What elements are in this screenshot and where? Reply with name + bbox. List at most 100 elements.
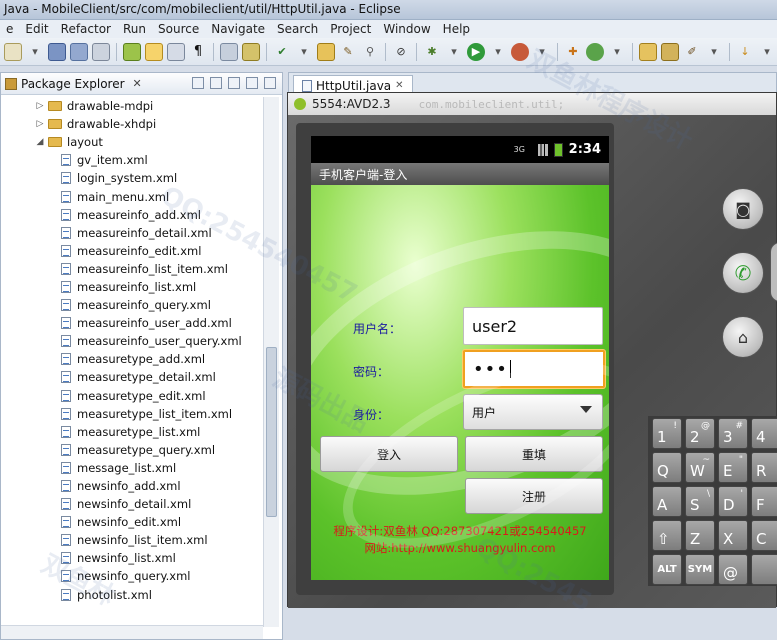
- tree-file[interactable]: measuretype_list_item.xml: [1, 405, 263, 423]
- expanded-twisty-icon[interactable]: ◢: [35, 137, 45, 147]
- keyboard-key[interactable]: 3 #: [718, 418, 748, 449]
- save-all-icon[interactable]: [70, 42, 88, 61]
- debug-icon[interactable]: ✱: [423, 43, 441, 61]
- close-icon[interactable]: ✕: [133, 77, 142, 90]
- menu-edit[interactable]: Edit: [19, 22, 54, 36]
- username-field[interactable]: user2: [463, 307, 603, 345]
- call-button-icon[interactable]: ✆: [722, 252, 764, 294]
- tree-horizontal-scrollbar[interactable]: [1, 625, 263, 639]
- tree-file[interactable]: measureinfo_list_item.xml: [1, 260, 263, 278]
- open-dropdown-icon[interactable]: ▾: [26, 43, 44, 61]
- tree-vertical-scrollbar[interactable]: [263, 97, 279, 627]
- tree-file[interactable]: measuretype_add.xml: [1, 350, 263, 368]
- format-icon[interactable]: [167, 42, 185, 61]
- tree-file[interactable]: newsinfo_list_item.xml: [1, 531, 263, 549]
- collapsed-twisty-icon[interactable]: ▷: [35, 101, 45, 111]
- menu-project[interactable]: Project: [324, 22, 377, 36]
- search-icon[interactable]: ✐: [683, 43, 701, 61]
- collapse-all-icon[interactable]: [192, 77, 204, 89]
- scrollbar-thumb[interactable]: [266, 347, 277, 517]
- emulator-title-bar[interactable]: 5554:AVD2.3 com.mobileclient.util;: [288, 93, 776, 115]
- dpad-partial[interactable]: [770, 242, 777, 302]
- tree-file[interactable]: measureinfo_user_query.xml: [1, 332, 263, 350]
- close-icon[interactable]: ✕: [395, 80, 403, 91]
- android-sdk-icon[interactable]: [123, 42, 141, 61]
- new-class-dropdown-icon[interactable]: ▾: [608, 43, 626, 61]
- login-button[interactable]: 登入: [320, 436, 458, 472]
- import-icon[interactable]: [220, 42, 238, 61]
- tree-file[interactable]: newsinfo_list.xml: [1, 549, 263, 567]
- export-icon[interactable]: [242, 42, 260, 61]
- run-dropdown-icon[interactable]: ▾: [489, 43, 507, 61]
- new-java-project-icon[interactable]: ✚: [564, 43, 582, 61]
- keyboard-key[interactable]: ALT: [652, 554, 682, 585]
- menu-source[interactable]: Source: [152, 22, 205, 36]
- keyboard-key[interactable]: A: [652, 486, 682, 517]
- tree-file[interactable]: login_system.xml: [1, 169, 263, 187]
- tree-folder[interactable]: ▷ drawable-xhdpi: [1, 115, 263, 133]
- debug-dropdown-icon[interactable]: ▾: [445, 43, 463, 61]
- camera-button-icon[interactable]: ◙: [722, 188, 764, 230]
- keyboard-key[interactable]: ⇧: [652, 520, 682, 551]
- tree-folder[interactable]: ▷ drawable-mdpi: [1, 97, 263, 115]
- external-tools-icon[interactable]: [511, 42, 529, 61]
- tree-file[interactable]: newsinfo_edit.xml: [1, 513, 263, 531]
- register-button[interactable]: 注册: [465, 478, 603, 514]
- keyboard-key[interactable]: X: [718, 520, 748, 551]
- tree-file[interactable]: measureinfo_query.xml: [1, 296, 263, 314]
- link-icon[interactable]: ⚲: [361, 43, 379, 61]
- save-icon[interactable]: [48, 42, 66, 61]
- skip-breakpoints-icon[interactable]: ⊘: [392, 43, 410, 61]
- tree-file[interactable]: measureinfo_add.xml: [1, 206, 263, 224]
- view-menu-icon[interactable]: [228, 77, 240, 89]
- menu-window[interactable]: Window: [377, 22, 436, 36]
- menu-help[interactable]: Help: [437, 22, 476, 36]
- tree-folder[interactable]: ◢ layout: [1, 133, 263, 151]
- keyboard-key[interactable]: 4: [751, 418, 777, 449]
- tree-file[interactable]: main_menu.xml: [1, 187, 263, 205]
- task-icon[interactable]: ✔: [273, 43, 291, 61]
- keyboard-key[interactable]: @: [718, 554, 748, 585]
- tree-file[interactable]: measureinfo_user_add.xml: [1, 314, 263, 332]
- tree-file[interactable]: measureinfo_list.xml: [1, 278, 263, 296]
- keyboard-key[interactable]: Q: [652, 452, 682, 483]
- menu-navigate[interactable]: Navigate: [205, 22, 271, 36]
- tree-file[interactable]: newsinfo_add.xml: [1, 477, 263, 495]
- tree-file[interactable]: gv_item.xml: [1, 151, 263, 169]
- tree-file[interactable]: measureinfo_detail.xml: [1, 224, 263, 242]
- tree-file[interactable]: measuretype_detail.xml: [1, 368, 263, 386]
- collapsed-twisty-icon[interactable]: ▷: [35, 119, 45, 129]
- next-annotation-icon[interactable]: ↓: [736, 43, 754, 61]
- keyboard-key[interactable]: F: [751, 486, 777, 517]
- home-button-icon[interactable]: ⌂: [722, 316, 764, 358]
- open-resource-icon[interactable]: [661, 42, 679, 61]
- keyboard-key[interactable]: Z: [685, 520, 715, 551]
- keyboard-key[interactable]: W ~: [685, 452, 715, 483]
- tree-file[interactable]: newsinfo_detail.xml: [1, 495, 263, 513]
- menu-file[interactable]: e: [0, 22, 19, 36]
- open-type-icon[interactable]: [639, 42, 657, 61]
- new-class-icon[interactable]: [586, 42, 604, 61]
- link-with-editor-icon[interactable]: [210, 77, 222, 89]
- tree-file[interactable]: measuretype_edit.xml: [1, 387, 263, 405]
- external-dropdown-icon[interactable]: ▾: [533, 43, 551, 61]
- password-field[interactable]: •••: [463, 350, 605, 388]
- toggle-mark-icon[interactable]: [145, 42, 163, 61]
- tree-file[interactable]: measuretype_list.xml: [1, 423, 263, 441]
- keyboard-key[interactable]: S \: [685, 486, 715, 517]
- maximize-icon[interactable]: [264, 77, 276, 89]
- identity-select[interactable]: 用户: [463, 394, 603, 430]
- paragraph-icon[interactable]: ¶: [189, 43, 207, 61]
- tree-file[interactable]: photolist.xml: [1, 586, 263, 604]
- menu-run[interactable]: Run: [117, 22, 152, 36]
- minimize-icon[interactable]: [246, 77, 258, 89]
- run-icon[interactable]: ▶: [467, 42, 485, 61]
- reset-button[interactable]: 重填: [465, 436, 603, 472]
- keyboard-key[interactable]: R: [751, 452, 777, 483]
- keyboard-key[interactable]: C: [751, 520, 777, 551]
- keyboard-key[interactable]: E ": [718, 452, 748, 483]
- new-icon[interactable]: [4, 42, 22, 61]
- search-dropdown-icon[interactable]: ▾: [705, 43, 723, 61]
- tree-file[interactable]: newsinfo_query.xml: [1, 567, 263, 585]
- print-icon[interactable]: [92, 42, 110, 61]
